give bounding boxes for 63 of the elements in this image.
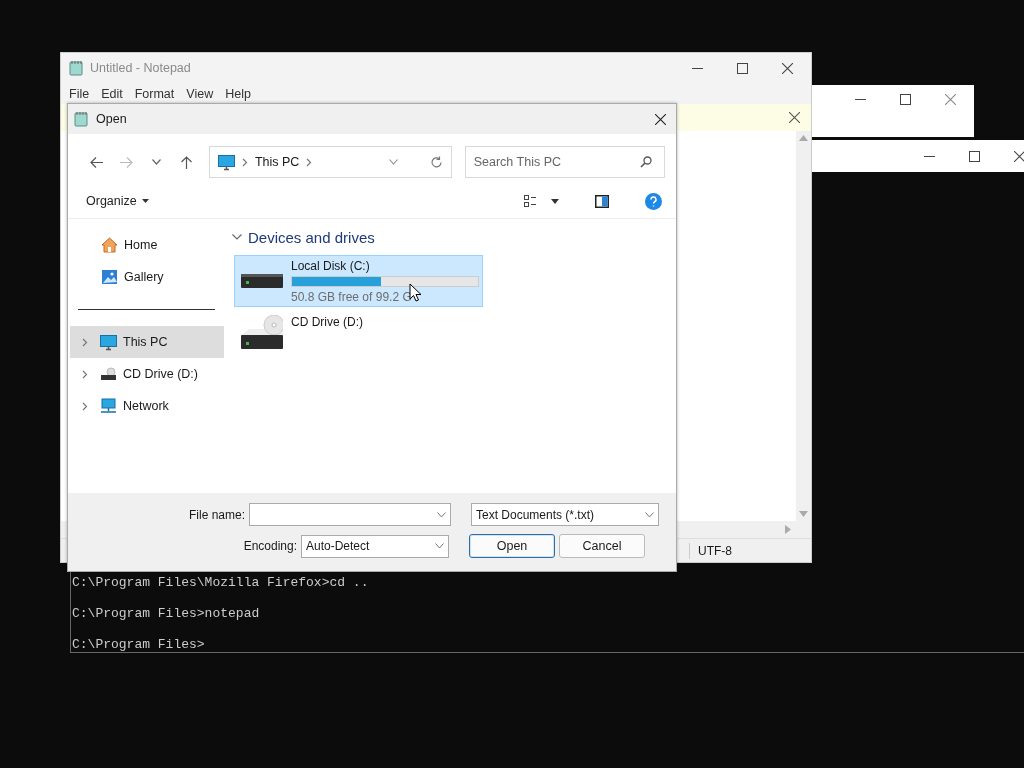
- encoding-dropdown[interactable]: Auto-Detect: [301, 534, 449, 558]
- field-label: File name:: [188, 507, 245, 522]
- file-type-dropdown[interactable]: Text Documents (*.txt): [471, 503, 659, 526]
- notepad-icon: [69, 60, 84, 76]
- monitor-icon: [100, 333, 117, 351]
- console-line: C:\Program Files\Mozilla Firefox>cd ..: [72, 576, 369, 590]
- chevron-right-icon[interactable]: [241, 157, 248, 167]
- dropdown-icon[interactable]: [151, 159, 161, 165]
- maximize-icon[interactable]: [737, 62, 748, 74]
- close-icon[interactable]: [789, 112, 800, 123]
- maximize-icon[interactable]: [900, 94, 911, 105]
- menu-item[interactable]: File: [63, 86, 96, 101]
- back-icon[interactable]: [90, 156, 104, 168]
- field-label: Encoding:: [243, 539, 297, 553]
- sidebar-item[interactable]: Home: [68, 229, 224, 261]
- cd-drive-icon: [100, 366, 117, 382]
- refresh-icon[interactable]: [429, 155, 443, 169]
- sidebar-item[interactable]: Gallery: [68, 261, 224, 293]
- close-icon[interactable]: [1014, 150, 1024, 162]
- monitor-icon: [217, 153, 235, 171]
- chevron-right-icon[interactable]: [82, 401, 88, 411]
- close-icon[interactable]: [782, 62, 793, 74]
- cd-drive-icon: [241, 315, 283, 349]
- chevron-right-icon[interactable]: [306, 157, 313, 167]
- notepad-icon: [74, 111, 89, 127]
- search-icon[interactable]: [640, 156, 652, 168]
- home-icon: [101, 237, 118, 253]
- menu-item[interactable]: Help: [219, 86, 257, 101]
- help-icon[interactable]: [645, 192, 662, 210]
- file-name-field[interactable]: [249, 503, 451, 526]
- console-line: C:\Program Files>: [72, 638, 205, 652]
- maximize-icon[interactable]: [969, 150, 980, 162]
- search-input[interactable]: Search This PC: [473, 155, 624, 169]
- collapse-icon[interactable]: [232, 234, 242, 240]
- dialog-button[interactable]: Cancel: [559, 534, 645, 558]
- menu-item[interactable]: Edit: [95, 86, 129, 101]
- dropdown-icon[interactable]: [551, 198, 559, 204]
- dropdown-icon[interactable]: [141, 199, 149, 203]
- network-icon: [100, 398, 117, 414]
- search-field[interactable]: Search This PC: [464, 146, 665, 178]
- preview-pane-icon[interactable]: [595, 194, 609, 208]
- console-line: C:\Program Files>notepad: [72, 607, 260, 621]
- up-icon[interactable]: [180, 155, 192, 169]
- drive-tile[interactable]: CD Drive (D:): [234, 311, 483, 353]
- tree-item[interactable]: Network: [70, 390, 224, 422]
- menu-item[interactable]: View: [180, 86, 220, 101]
- mouse-cursor-icon: [409, 283, 422, 302]
- tree-item[interactable]: CD Drive (D:): [70, 358, 224, 390]
- dialog-title: Open: [96, 112, 128, 126]
- menu-item[interactable]: Format: [128, 86, 181, 101]
- hard-drive-icon: [241, 274, 283, 288]
- chevron-right-icon[interactable]: [82, 337, 88, 347]
- gallery-icon: [101, 269, 118, 285]
- status-encoding: UTF-8: [698, 543, 732, 558]
- organize-button[interactable]: Organize: [78, 191, 157, 211]
- dialog-button[interactable]: Open: [469, 534, 555, 558]
- chevron-right-icon[interactable]: [82, 369, 88, 379]
- window-title: Untitled - Notepad: [90, 61, 192, 75]
- address-bar[interactable]: This PC: [208, 146, 452, 178]
- group-header[interactable]: Devices and drives: [248, 228, 375, 246]
- view-options-icon[interactable]: [524, 195, 537, 207]
- tree-item[interactable]: This PC: [70, 326, 224, 358]
- close-icon[interactable]: [655, 113, 666, 125]
